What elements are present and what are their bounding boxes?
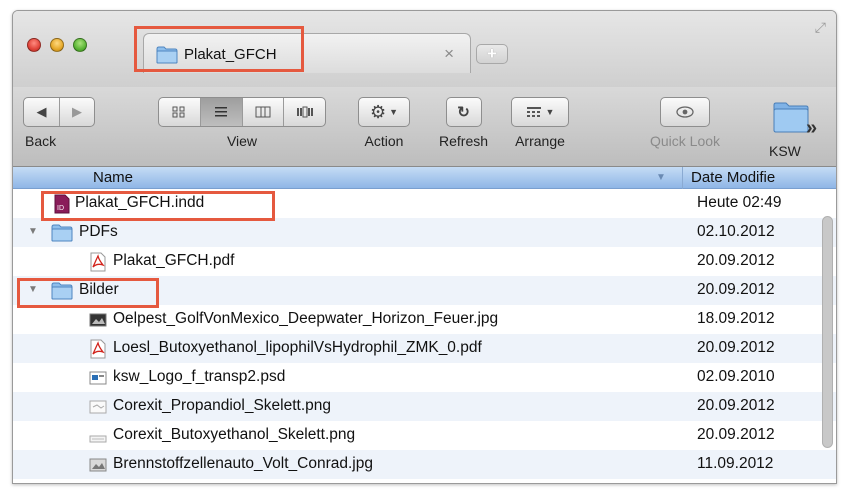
action-label: Action	[364, 133, 404, 149]
tab-title: Plakat_GFCH	[184, 46, 277, 63]
png-file-icon	[89, 400, 107, 419]
jpg-file-icon	[89, 458, 107, 477]
list-item[interactable]: Corexit_Propandiol_Skelett.png 20.09.201…	[13, 392, 836, 421]
file-name: Oelpest_GolfVonMexico_Deepwater_Horizon_…	[113, 310, 499, 327]
list-item[interactable]: ▼ PDFs 02.10.2012	[13, 218, 836, 247]
column-divider[interactable]	[682, 167, 683, 189]
refresh-button[interactable]: ↻	[445, 97, 482, 127]
file-date: 20.09.2012	[697, 397, 775, 414]
back-forward-group: ◀ ▶ Back	[23, 97, 95, 149]
view-group: View	[158, 97, 326, 149]
forward-arrow-icon[interactable]: ▶	[60, 98, 94, 126]
vertical-scrollbar[interactable]	[822, 216, 833, 448]
quicklook-group: Quick Look	[650, 97, 720, 149]
file-date: 11.09.2012	[697, 455, 774, 472]
column-header-name[interactable]: Name	[93, 169, 133, 186]
file-name: Corexit_Propandiol_Skelett.png	[113, 397, 331, 414]
file-name: ksw_Logo_f_transp2.psd	[113, 368, 286, 385]
view-mode-control	[158, 97, 326, 127]
folder-name: PDFs	[79, 223, 118, 240]
file-date: 20.09.2012	[697, 252, 775, 269]
toolbar: ◀ ▶ Back View ⚙ ▼ Action ↻ Refresh ▼ Arr…	[13, 87, 836, 167]
refresh-group: ↻ Refresh	[439, 97, 488, 149]
finder-window: Plakat_GFCH × + ⤢ ◀ ▶ Back View ⚙ ▼ Acti…	[12, 10, 837, 484]
file-date: 20.09.2012	[697, 339, 775, 356]
arrange-group: ▼ Arrange	[511, 97, 569, 149]
title-bar: Plakat_GFCH × + ⤢	[13, 11, 836, 87]
eye-icon	[661, 98, 709, 126]
file-name: Loesl_Butoxyethanol_lipophilVsHydrophil_…	[113, 339, 482, 356]
pdf-file-icon	[89, 339, 107, 364]
jpg-file-icon	[89, 313, 107, 332]
file-date: 02.09.2010	[697, 368, 775, 385]
file-list: ID Plakat_GFCH.indd Heute 02:49 ▼ PDFs 0…	[13, 189, 836, 479]
list-item[interactable]: Plakat_GFCH.pdf 20.09.2012	[13, 247, 836, 276]
file-name: Brennstoffzellenauto_Volt_Conrad.jpg	[113, 455, 373, 472]
folder-icon	[156, 46, 178, 69]
close-tab-icon[interactable]: ×	[444, 44, 454, 64]
back-arrow-icon[interactable]: ◀	[24, 98, 60, 126]
column-view-icon[interactable]	[243, 98, 285, 126]
back-label: Back	[25, 133, 57, 149]
window-controls	[27, 38, 87, 52]
fullscreen-icon[interactable]: ⤢	[815, 19, 826, 36]
view-label: View	[226, 133, 258, 149]
ksw-label: KSW	[769, 143, 801, 159]
list-item[interactable]: Corexit_Butoxyethanol_Skelett.png 20.09.…	[13, 421, 836, 450]
highlight-box-indd	[41, 191, 275, 221]
refresh-label: Refresh	[439, 133, 489, 149]
quicklook-label: Quick Look	[650, 133, 721, 149]
coverflow-view-icon[interactable]	[284, 98, 325, 126]
folder-icon	[51, 224, 73, 247]
minimize-window-button[interactable]	[50, 38, 64, 52]
ksw-folder-icon[interactable]	[773, 101, 809, 138]
file-date: 02.10.2012	[697, 223, 775, 240]
arrange-label: Arrange	[515, 133, 565, 149]
column-header-date-modified[interactable]: Date Modifie	[691, 169, 775, 186]
list-item[interactable]: Oelpest_GolfVonMexico_Deepwater_Horizon_…	[13, 305, 836, 334]
close-window-button[interactable]	[27, 38, 41, 52]
action-button[interactable]: ⚙ ▼	[358, 97, 410, 127]
refresh-icon: ↻	[457, 104, 470, 121]
toolbar-overflow-button[interactable]: »	[806, 117, 817, 140]
arrange-icon: ▼	[512, 98, 568, 126]
sort-chevron-down-icon: ▼	[656, 172, 666, 183]
tab-plakat-gfch[interactable]: Plakat_GFCH ×	[134, 26, 471, 73]
file-date: Heute 02:49	[697, 194, 782, 211]
list-item[interactable]: ksw_Logo_f_transp2.psd 02.09.2010	[13, 363, 836, 392]
new-tab-button[interactable]: +	[476, 44, 508, 64]
disclosure-triangle-icon[interactable]: ▼	[28, 226, 38, 237]
file-date: 20.09.2012	[697, 426, 775, 443]
pdf-file-icon	[89, 252, 107, 277]
file-date: 18.09.2012	[697, 310, 775, 327]
list-header: Name ▼ Date Modifie	[13, 167, 836, 189]
list-view-icon[interactable]	[200, 98, 243, 126]
highlight-box-bilder	[17, 278, 159, 308]
back-forward-control: ◀ ▶	[23, 97, 95, 127]
psd-file-icon	[89, 371, 107, 390]
zoom-window-button[interactable]	[73, 38, 87, 52]
action-group: ⚙ ▼ Action	[358, 97, 410, 149]
gear-icon: ⚙ ▼	[369, 101, 399, 122]
file-name: Corexit_Butoxyethanol_Skelett.png	[113, 426, 356, 443]
list-item[interactable]: Brennstoffzellenauto_Volt_Conrad.jpg 11.…	[13, 450, 836, 479]
quicklook-button[interactable]	[660, 97, 711, 127]
list-item[interactable]: Loesl_Butoxyethanol_lipophilVsHydrophil_…	[13, 334, 836, 363]
icon-view-icon[interactable]	[159, 98, 201, 126]
file-name: Plakat_GFCH.pdf	[113, 252, 235, 269]
file-date: 20.09.2012	[697, 281, 775, 298]
arrange-button[interactable]: ▼	[511, 97, 569, 127]
png-file-icon	[89, 431, 107, 449]
